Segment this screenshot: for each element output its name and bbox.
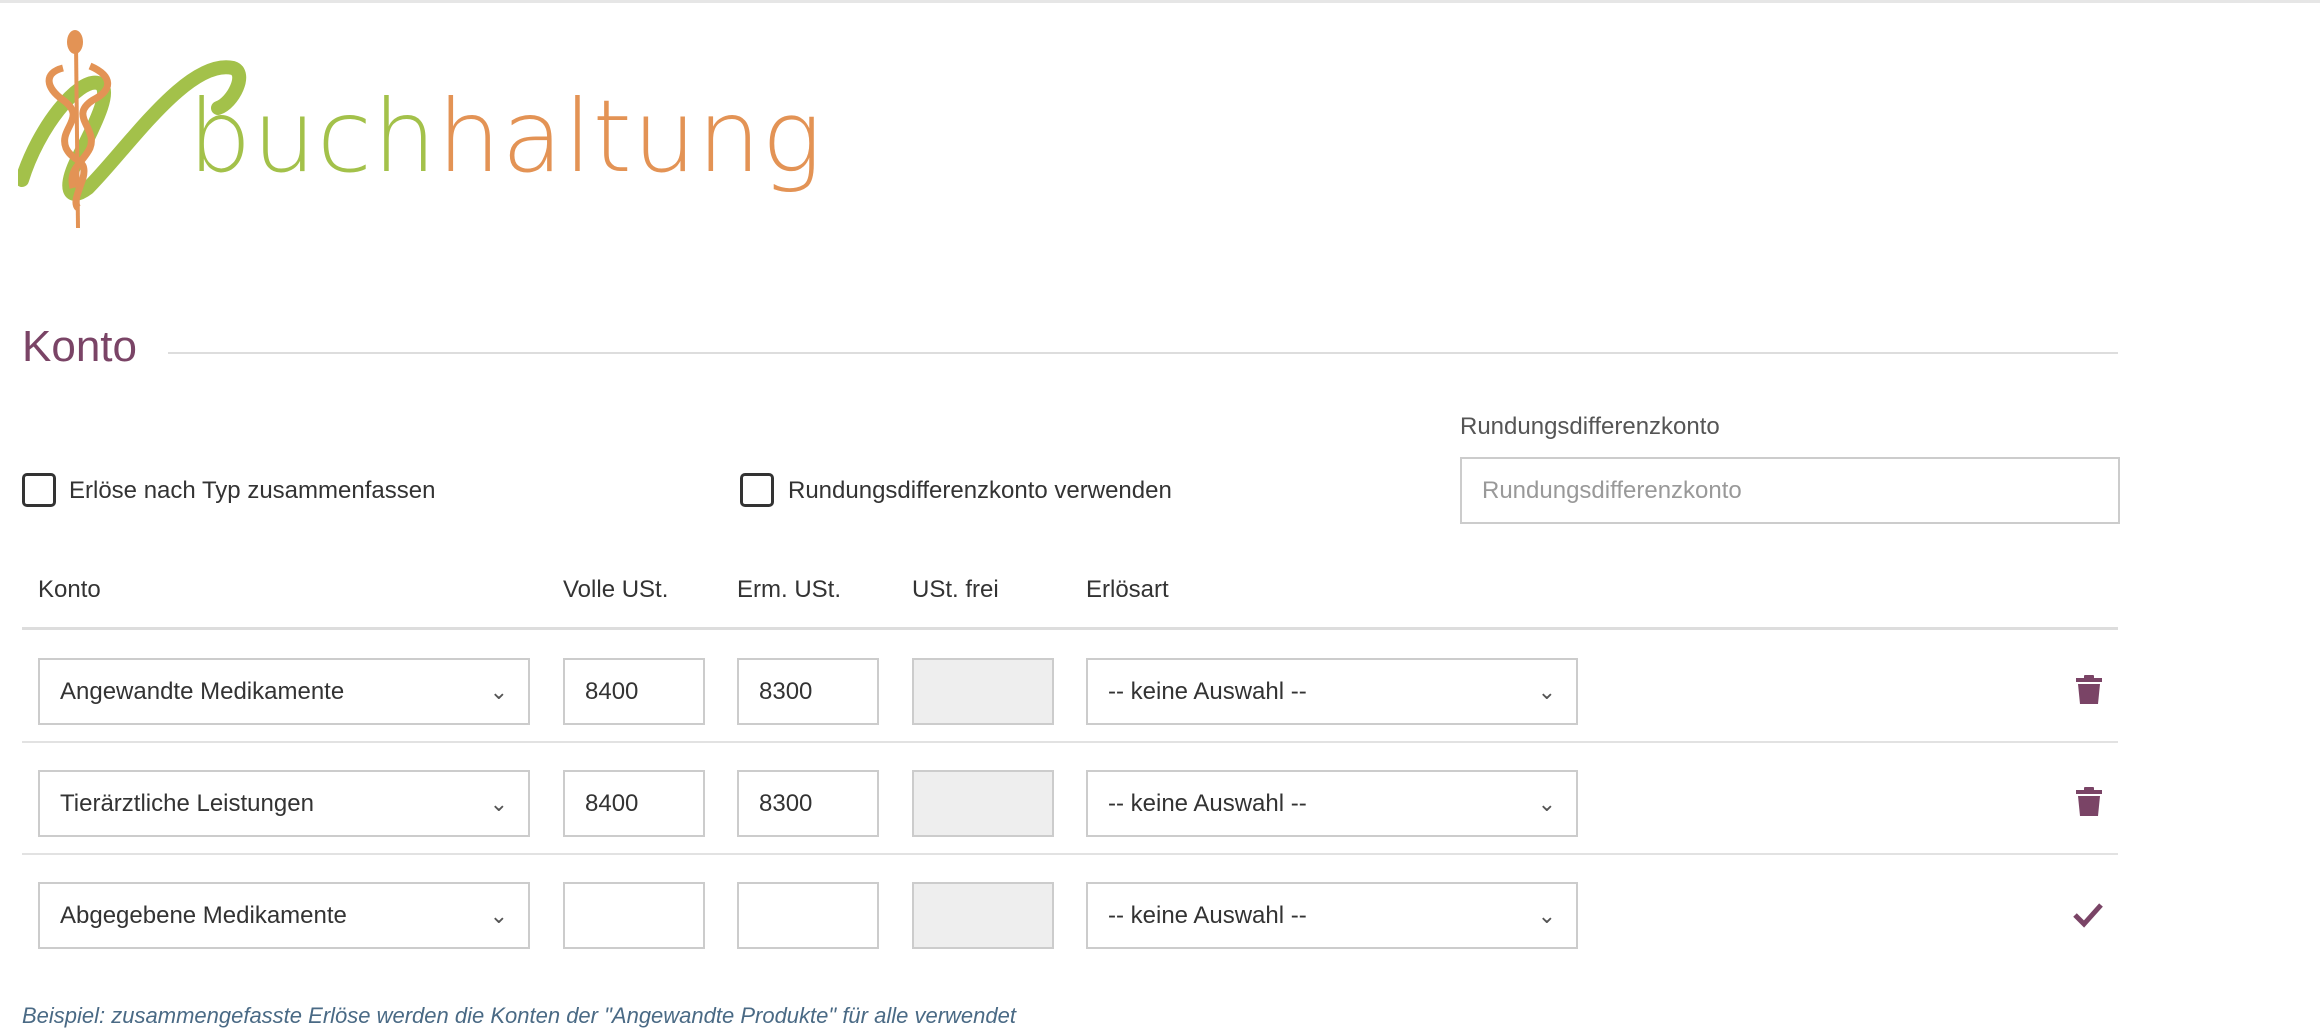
column-header-ust-frei: USt. frei bbox=[912, 576, 999, 603]
erloesart-select-value: -- keine Auswahl -- bbox=[1108, 789, 1307, 817]
logo-text-green: buch bbox=[188, 78, 438, 195]
column-header-konto: Konto bbox=[38, 576, 101, 603]
erm-ust-value: 8300 bbox=[759, 677, 813, 705]
merge-by-type-checkbox[interactable] bbox=[22, 473, 56, 507]
chevron-down-icon: ⌄ bbox=[489, 790, 508, 816]
use-rounding-account-label[interactable]: Rundungsdifferenzkonto verwenden bbox=[788, 477, 1172, 505]
trash-icon[interactable] bbox=[2076, 675, 2102, 705]
ust-frei-input bbox=[912, 770, 1054, 837]
erloesart-select-value: -- keine Auswahl -- bbox=[1108, 677, 1307, 705]
ust-frei-input bbox=[912, 882, 1054, 949]
section-title: Konto bbox=[22, 322, 137, 371]
erm-ust-input[interactable] bbox=[737, 882, 879, 949]
volle-ust-input[interactable]: 8400 bbox=[563, 770, 705, 837]
konto-select[interactable]: Abgegebene Medikamente ⌄ bbox=[38, 882, 530, 949]
column-header-erm-ust: Erm. USt. bbox=[737, 576, 842, 603]
rounding-account-field-label: Rundungsdifferenzkonto bbox=[1460, 413, 1720, 440]
check-icon[interactable] bbox=[2073, 902, 2103, 928]
erm-ust-input[interactable]: 8300 bbox=[737, 658, 879, 725]
chevron-down-icon: ⌄ bbox=[489, 678, 508, 704]
erloesart-select-value: -- keine Auswahl -- bbox=[1108, 901, 1307, 929]
konto-select-value: Tierärztliche Leistungen bbox=[60, 789, 314, 817]
erm-ust-input[interactable]: 8300 bbox=[737, 770, 879, 837]
erloesart-select[interactable]: -- keine Auswahl -- ⌄ bbox=[1086, 658, 1578, 725]
konto-select-value: Angewandte Medikamente bbox=[60, 677, 345, 705]
row-divider bbox=[22, 741, 2118, 743]
row-divider bbox=[22, 853, 2118, 855]
column-header-volle-ust: Volle USt. bbox=[563, 576, 669, 603]
merge-by-type-label[interactable]: Erlöse nach Typ zusammenfassen bbox=[69, 477, 435, 505]
logo-text-orange: h bbox=[437, 78, 502, 195]
chevron-down-icon: ⌄ bbox=[1537, 902, 1556, 928]
erloesart-select[interactable]: -- keine Auswahl -- ⌄ bbox=[1086, 770, 1578, 837]
trash-icon[interactable] bbox=[2076, 787, 2102, 817]
konto-select[interactable]: Tierärztliche Leistungen ⌄ bbox=[38, 770, 530, 837]
konto-select-value: Abgegebene Medikamente bbox=[60, 901, 347, 929]
logo-text: buchhaltung bbox=[188, 78, 823, 195]
title-divider bbox=[168, 352, 2118, 354]
help-note: Beispiel: zusammengefasste Erlöse werden… bbox=[22, 1003, 1016, 1028]
erm-ust-value: 8300 bbox=[759, 789, 813, 817]
volle-ust-value: 8400 bbox=[585, 789, 639, 817]
chevron-down-icon: ⌄ bbox=[1537, 678, 1556, 704]
ust-frei-input bbox=[912, 658, 1054, 725]
volle-ust-input[interactable]: 8400 bbox=[563, 658, 705, 725]
logo: buchhaltung bbox=[18, 28, 822, 238]
erloesart-select[interactable]: -- keine Auswahl -- ⌄ bbox=[1086, 882, 1578, 949]
chevron-down-icon: ⌄ bbox=[1537, 790, 1556, 816]
header-divider bbox=[22, 627, 2118, 630]
rounding-account-placeholder: Rundungsdifferenzkonto bbox=[1482, 476, 1742, 504]
logo-text-orange: altung bbox=[501, 78, 823, 195]
column-header-erloesart: Erlösart bbox=[1086, 576, 1169, 603]
top-border bbox=[0, 0, 2320, 3]
volle-ust-input[interactable] bbox=[563, 882, 705, 949]
konto-select[interactable]: Angewandte Medikamente ⌄ bbox=[38, 658, 530, 725]
use-rounding-account-checkbox[interactable] bbox=[740, 473, 774, 507]
chevron-down-icon: ⌄ bbox=[489, 902, 508, 928]
rounding-account-input[interactable]: Rundungsdifferenzkonto bbox=[1460, 457, 2120, 524]
volle-ust-value: 8400 bbox=[585, 677, 639, 705]
